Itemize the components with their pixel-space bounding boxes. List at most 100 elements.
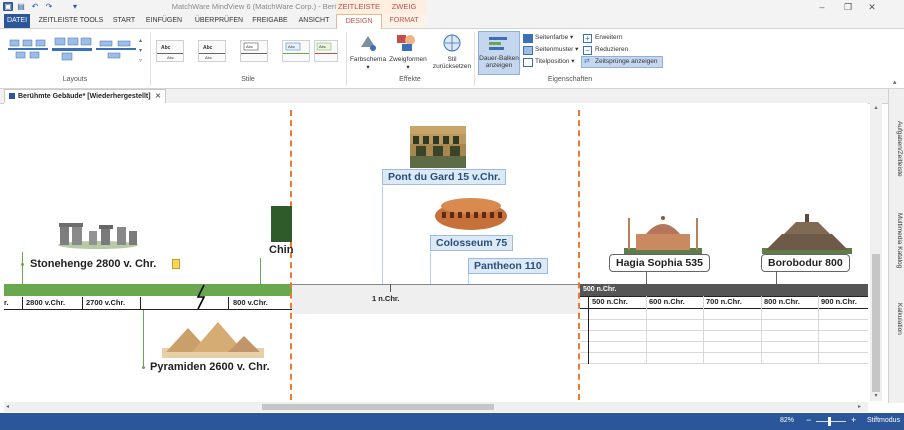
grid-line: [580, 341, 868, 342]
zweigformen-icon[interactable]: [396, 33, 416, 53]
scroll-up-icon[interactable]: ▴: [872, 104, 880, 112]
event-label-borobodur[interactable]: Borobodur 800: [761, 254, 850, 272]
tick-label: 800 n.Chr.: [764, 297, 800, 306]
style-option-2[interactable]: Abc Abc: [198, 40, 226, 62]
zoom-slider-thumb[interactable]: [828, 417, 831, 426]
pont-du-gard-image[interactable]: [410, 126, 466, 168]
maximize-icon[interactable]: ❐: [842, 1, 854, 13]
seitenfarbe-dropdown[interactable]: Seitenfarbe ▾: [535, 33, 585, 43]
stil-zuruecksetzen-label-1[interactable]: Stil: [430, 56, 474, 63]
document-tab[interactable]: Berühmte Gebäude* [Wiederhergestellt] ✕: [4, 89, 166, 104]
vertical-scroll-thumb[interactable]: [872, 254, 880, 392]
tick-line: [390, 284, 391, 292]
zoom-slider[interactable]: [816, 421, 846, 422]
grid-line: [580, 363, 868, 364]
layout-option-2[interactable]: [52, 36, 92, 62]
scroll-down-icon[interactable]: ▾: [872, 392, 880, 400]
stil-zuruecksetzen-icon[interactable]: [442, 33, 462, 53]
sidepanel-tab-kalkulation[interactable]: Kalkulation: [889, 294, 903, 344]
zeitspruenge-label: Zeitsprünge anzeigen: [595, 58, 658, 65]
horizontal-scroll-thumb[interactable]: [262, 404, 494, 410]
event-label-hagia-sophia[interactable]: Hagia Sophia 535: [609, 254, 710, 272]
farbschema-dropdown-icon[interactable]: ▾: [346, 64, 390, 71]
tab-start[interactable]: START: [110, 14, 138, 28]
event-label-chin[interactable]: Chin: [269, 244, 293, 256]
tab-datei[interactable]: DATEI: [4, 14, 30, 28]
layouts-gallery-scroll[interactable]: ▴ ▾ ▿: [139, 36, 147, 66]
zweigformen-button[interactable]: Zweigformen: [386, 56, 430, 63]
tab-freigabe[interactable]: FREIGABE: [250, 14, 290, 28]
event-dot: [142, 366, 145, 369]
stil-zuruecksetzen-label-2[interactable]: zurücksetzen: [430, 63, 474, 70]
grid-line: [580, 308, 868, 309]
titelposition-icon: [523, 58, 533, 67]
tab-ueberpruefen[interactable]: ÜBERPRÜFEN: [192, 14, 246, 28]
titelposition-dropdown[interactable]: Titelposition ▾: [535, 57, 585, 67]
minimize-icon[interactable]: –: [816, 1, 828, 13]
layout-option-3[interactable]: [96, 36, 136, 62]
note-icon[interactable]: [172, 259, 180, 269]
svg-text:Abc: Abc: [288, 44, 295, 49]
zweigformen-dropdown-icon[interactable]: ▾: [386, 64, 430, 71]
svg-text:Abc: Abc: [319, 44, 326, 49]
grid-line: [580, 352, 868, 353]
time-jump-marker-right[interactable]: [578, 110, 580, 400]
tab-einfuegen[interactable]: EINFÜGEN: [142, 14, 186, 28]
style-option-3[interactable]: Abc: [240, 40, 268, 62]
group-label-eigenschaften: Eigenschaften: [547, 76, 593, 83]
close-icon[interactable]: ✕: [866, 1, 878, 13]
erweitern-button[interactable]: Erweitern: [595, 33, 645, 43]
seitenmuster-label: Seitenmuster: [535, 46, 574, 53]
tab-zeitleiste-tools[interactable]: ZEITLEISTE TOOLS: [36, 14, 106, 28]
tab-format[interactable]: FORMAT: [382, 14, 426, 28]
stonehenge-stem: [22, 252, 23, 284]
pyramiden-image[interactable]: [162, 318, 264, 358]
event-label-pyramiden[interactable]: Pyramiden 2600 v. Chr.: [150, 361, 270, 373]
dauer-balken-icon: [488, 34, 508, 52]
collapse-ribbon-icon[interactable]: ▴: [893, 78, 897, 86]
style-option-4[interactable]: Abc: [282, 40, 310, 62]
zoom-out-button[interactable]: −: [806, 415, 811, 425]
farbschema-button[interactable]: Farbschema: [346, 56, 390, 63]
layout-option-1[interactable]: [8, 36, 48, 62]
tick-line: [228, 297, 229, 309]
colosseum-stem: [430, 252, 431, 284]
close-document-icon[interactable]: ✕: [155, 90, 161, 104]
dauer-balken-label-2: anzeigen: [485, 62, 513, 69]
zoom-in-button[interactable]: +: [851, 415, 856, 425]
event-label-pont-du-gard[interactable]: Pont du Gard 15 v.Chr.: [382, 169, 507, 185]
sidepanel-tab-multimedia[interactable]: Multimedia Katalog: [889, 206, 903, 276]
china-stem: [260, 258, 261, 284]
farbschema-icon[interactable]: [358, 33, 378, 53]
grid-line: [761, 296, 762, 364]
sidepanel-tab-aufgaben[interactable]: Aufgaben/Zeitleiste: [889, 112, 903, 186]
colosseum-image[interactable]: [434, 194, 508, 232]
scroll-left-icon[interactable]: ◂: [6, 402, 14, 412]
china-image[interactable]: [271, 206, 292, 242]
style-option-5[interactable]: Abc: [314, 40, 338, 62]
stonehenge-image[interactable]: [55, 217, 141, 249]
layout-thumbnail-icon: [8, 39, 48, 59]
hagia-sophia-image[interactable]: [624, 210, 702, 254]
style-option-1[interactable]: Abc Abc: [156, 40, 184, 62]
tick-label: r.: [4, 298, 9, 307]
seitenmuster-dropdown[interactable]: Seitenmuster ▾: [535, 45, 585, 55]
grid-line: [588, 296, 589, 364]
stiftmodus-button[interactable]: Stiftmodus: [867, 417, 900, 424]
layout-thumbnail-icon: [52, 37, 92, 61]
event-label-colosseum[interactable]: Colosseum 75: [430, 235, 514, 251]
titelposition-label: Titelposition: [535, 58, 570, 65]
pont-du-gard-stem: [382, 186, 383, 284]
window-title: MatchWare MindView 6 (MatchWare Corp.) -…: [171, 2, 389, 11]
reduzieren-icon: −: [583, 46, 592, 55]
grid-line: [703, 296, 704, 364]
borobodur-image[interactable]: [762, 214, 852, 254]
tab-design[interactable]: DESIGN: [336, 14, 382, 29]
context-header-zweig: ZWEIG: [382, 0, 426, 14]
reduzieren-button[interactable]: Reduzieren: [595, 45, 645, 55]
tab-ansicht[interactable]: ANSICHT: [294, 14, 334, 28]
seitenfarbe-icon: [523, 34, 533, 43]
scroll-right-icon[interactable]: ▸: [858, 402, 866, 412]
event-label-stonehenge[interactable]: Stonehenge 2800 v. Chr.: [30, 258, 156, 270]
event-label-pantheon[interactable]: Pantheon 110: [468, 258, 548, 274]
